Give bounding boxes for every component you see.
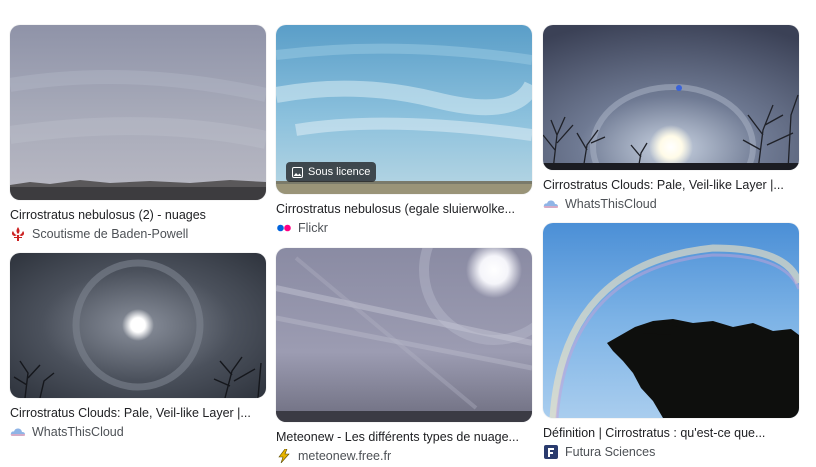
cloud-icon bbox=[10, 425, 26, 439]
result-title[interactable]: Cirrostratus nebulosus (egale sluierwolk… bbox=[276, 201, 532, 217]
futura-f-icon bbox=[543, 445, 559, 459]
result-title[interactable]: Cirrostratus Clouds: Pale, Veil-like Lay… bbox=[10, 405, 266, 421]
result-title[interactable]: Meteonew - Les différents types de nuage… bbox=[276, 429, 532, 445]
flickr-icon bbox=[276, 221, 292, 235]
result-thumbnail[interactable] bbox=[10, 25, 266, 200]
fleur-de-lis-icon bbox=[10, 227, 26, 241]
result-thumbnail[interactable] bbox=[276, 248, 532, 422]
image-result-card[interactable]: Cirrostratus Clouds: Pale, Veil-like Lay… bbox=[543, 25, 799, 212]
result-source[interactable]: WhatsThisCloud bbox=[543, 196, 799, 212]
license-badge[interactable]: Sous licence bbox=[286, 162, 377, 182]
result-title[interactable]: Cirrostratus nebulosus (2) - nuages bbox=[10, 207, 266, 223]
result-source-name: meteonew.free.fr bbox=[298, 449, 392, 463]
result-title[interactable]: Cirrostratus Clouds: Pale, Veil-like Lay… bbox=[543, 177, 799, 193]
image-result-card[interactable]: Sous licence Cirrostratus nebulosus (ega… bbox=[276, 25, 532, 236]
result-source-name: WhatsThisCloud bbox=[32, 425, 124, 439]
image-result-card[interactable]: Définition | Cirrostratus : qu'est-ce qu… bbox=[543, 223, 799, 460]
image-result-card[interactable]: Cirrostratus nebulosus (2) - nuages Scou… bbox=[10, 25, 266, 242]
image-result-card[interactable]: Meteonew - Les différents types de nuage… bbox=[276, 248, 532, 464]
image-icon bbox=[292, 166, 303, 178]
result-source-name: Scoutisme de Baden-Powell bbox=[32, 227, 189, 241]
result-thumbnail[interactable] bbox=[543, 25, 799, 170]
result-source[interactable]: WhatsThisCloud bbox=[10, 424, 266, 440]
result-source[interactable]: Futura Sciences bbox=[543, 444, 799, 460]
result-source[interactable]: meteonew.free.fr bbox=[276, 448, 532, 464]
result-thumbnail[interactable] bbox=[10, 253, 266, 398]
result-title[interactable]: Définition | Cirrostratus : qu'est-ce qu… bbox=[543, 425, 799, 441]
cloud-icon bbox=[543, 197, 559, 211]
result-source-name: WhatsThisCloud bbox=[565, 197, 657, 211]
lightning-icon bbox=[276, 449, 292, 463]
result-source[interactable]: Flickr bbox=[276, 220, 532, 236]
result-source[interactable]: Scoutisme de Baden-Powell bbox=[10, 226, 266, 242]
license-badge-label: Sous licence bbox=[308, 166, 371, 178]
result-source-name: Flickr bbox=[298, 221, 328, 235]
result-source-name: Futura Sciences bbox=[565, 445, 656, 459]
result-thumbnail[interactable] bbox=[543, 223, 799, 418]
result-thumbnail[interactable]: Sous licence bbox=[276, 25, 532, 194]
image-result-card[interactable]: Cirrostratus Clouds: Pale, Veil-like Lay… bbox=[10, 253, 266, 440]
